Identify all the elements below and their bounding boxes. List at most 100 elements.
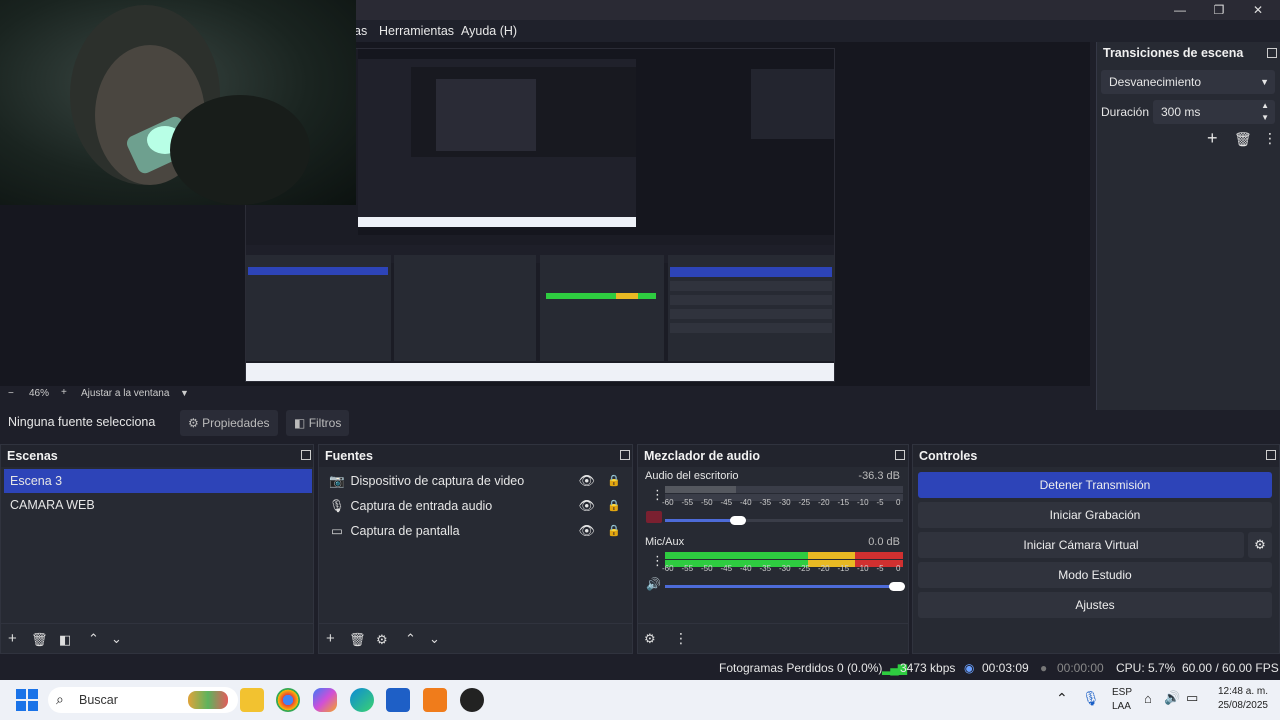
properties-button[interactable]: ⚙ Propiedades (180, 410, 278, 436)
meter-scale: -60 -55 -50 -45 -40 -35 -30 -25 -20 -15 -10 -5 0 (662, 498, 906, 508)
channel-db: 0.0 dB (868, 536, 900, 548)
file-explorer-icon[interactable] (240, 688, 264, 712)
duration-input[interactable]: 300 ms ▲ ▼ (1153, 100, 1275, 124)
source-label: Dispositivo de captura de video (350, 474, 525, 488)
muted-speaker-icon[interactable] (646, 511, 662, 523)
meter-level-segment (665, 552, 808, 559)
channel-name: Audio del escritorio (645, 470, 739, 482)
advanced-audio-gear-icon[interactable]: ⚙ (644, 631, 656, 647)
more-options-icon[interactable]: ⋮ (674, 630, 688, 647)
copilot-icon[interactable] (313, 688, 337, 712)
zoom-level: 46% (29, 388, 50, 399)
float-dock-icon[interactable] (620, 450, 630, 460)
lang-top[interactable]: ESP (1112, 687, 1132, 698)
zoom-fit-label[interactable]: Ajustar a la ventana (81, 388, 169, 399)
move-up-icon[interactable]: ⌃ (88, 631, 99, 647)
menu-item-tools[interactable]: Herramientas (379, 20, 454, 42)
chevron-up-icon[interactable]: ⌃ (1056, 690, 1068, 707)
trash-icon[interactable]: 🗑 (1234, 131, 1252, 148)
menu-item-help[interactable]: Ayuda (H) (461, 20, 517, 42)
filter-icon: ◧ (294, 416, 306, 430)
close-button[interactable]: ✕ (1238, 0, 1278, 20)
lock-icon[interactable]: 🔒 (607, 494, 621, 518)
app-icon[interactable] (423, 688, 447, 712)
meter-tick-label: -35 (759, 564, 772, 573)
chevron-down-icon[interactable]: ▼ (180, 388, 189, 398)
float-dock-icon[interactable] (1267, 48, 1277, 58)
float-dock-icon[interactable] (301, 450, 311, 460)
meter-scale: -60 -55 -50 -45 -40 -35 -30 -25 -20 -15 -10 -5 0 (662, 564, 906, 574)
lock-icon[interactable]: 🔒 (607, 469, 621, 493)
source-item[interactable]: 🎙 Captura de entrada audio 👁 🔒 (327, 494, 627, 518)
source-label: Captura de entrada audio (350, 499, 493, 513)
scenes-toolbar: + 🗑 ◧ ⌃ ⌄ (1, 623, 313, 653)
more-options-icon[interactable]: ⋮ (1263, 130, 1277, 147)
obs-icon[interactable] (460, 688, 484, 712)
scenes-title: Escenas (1, 445, 313, 467)
add-transition-icon[interactable]: + (1207, 128, 1218, 149)
volume-icon[interactable]: 🔊 (1164, 690, 1180, 706)
stop-stream-button[interactable]: Detener Transmisión (918, 472, 1272, 498)
filter-icon[interactable]: ◧ (59, 632, 71, 648)
clock-time[interactable]: 12:48 a. m. (1210, 686, 1268, 697)
scene-item[interactable]: Escena 3 (4, 469, 312, 493)
volume-slider-handle[interactable] (889, 582, 905, 591)
meter-tick-label: -60 (662, 564, 674, 573)
scenes-dock: Escenas Escena 3 CAMARA WEB + 🗑 ◧ ⌃ ⌄ (0, 444, 314, 654)
settings-button[interactable]: Ajustes (918, 592, 1272, 618)
meter-tick-label: -10 (857, 498, 869, 507)
meter-tick-label: -40 (740, 564, 752, 573)
store-icon[interactable] (386, 688, 410, 712)
gear-icon[interactable]: ⚙ (376, 632, 388, 648)
volume-slider-handle[interactable] (729, 516, 746, 525)
add-icon[interactable]: + (8, 630, 17, 647)
virtual-camera-button[interactable]: Iniciar Cámara Virtual (918, 532, 1244, 558)
taskbar-search[interactable]: ⌕ Buscar (48, 687, 238, 713)
lang-bottom[interactable]: LAA (1112, 701, 1131, 712)
move-down-icon[interactable]: ⌄ (429, 631, 440, 647)
trash-icon[interactable]: 🗑 (349, 632, 366, 648)
source-item[interactable]: 📷 Dispositivo de captura de video 👁 🔒 (327, 469, 627, 493)
status-bar: Fotogramas Perdidos 0 (0.0%) ▂▄▆ 3473 kb… (0, 656, 1280, 680)
filters-button[interactable]: ◧ Filtros (286, 410, 350, 436)
trash-icon[interactable]: 🗑 (31, 632, 48, 648)
visibility-eye-icon[interactable]: 👁 (578, 469, 595, 493)
meter-tick-label: -35 (759, 498, 772, 507)
maximize-button[interactable]: ❐ (1199, 0, 1239, 20)
transition-type-select[interactable]: Desvanecimiento ▼ (1101, 70, 1275, 94)
meter-tick-label: -50 (701, 498, 713, 507)
lock-icon[interactable]: 🔒 (607, 519, 621, 543)
chrome-icon[interactable] (276, 688, 300, 712)
move-up-icon[interactable]: ⌃ (405, 631, 416, 647)
float-dock-icon[interactable] (1266, 450, 1276, 460)
properties-label: Propiedades (202, 416, 270, 430)
start-recording-button[interactable]: Iniciar Grabación (918, 502, 1272, 528)
dropped-frames: Fotogramas Perdidos 0 (0.0%) (719, 661, 883, 675)
zoom-out-button[interactable]: − (8, 388, 14, 399)
scene-item[interactable]: CAMARA WEB (4, 493, 312, 517)
minimize-button[interactable]: — (1160, 0, 1200, 20)
microphone-icon[interactable]: 🎙 (1082, 690, 1100, 707)
meter-level-segment (807, 552, 856, 559)
stepper-down-icon[interactable]: ▼ (1261, 106, 1269, 130)
source-item[interactable]: ▭ Captura de pantalla 👁 🔒 (327, 519, 627, 543)
meter-tick-label: -60 (662, 498, 674, 507)
battery-icon[interactable]: ▭ (1186, 690, 1198, 706)
controls-title: Controles (913, 445, 1279, 467)
studio-mode-button[interactable]: Modo Estudio (918, 562, 1272, 588)
edge-icon[interactable] (350, 688, 374, 712)
webcam-image (70, 5, 310, 205)
virtual-camera-gear-icon[interactable]: ⚙ (1248, 532, 1272, 558)
sources-title: Fuentes (319, 445, 632, 467)
zoom-in-button[interactable]: + (61, 387, 67, 398)
add-icon[interactable]: + (326, 630, 335, 647)
float-dock-icon[interactable] (895, 450, 905, 460)
visibility-eye-icon[interactable]: 👁 (578, 519, 595, 543)
network-icon[interactable]: ⌂ (1144, 691, 1152, 706)
move-down-icon[interactable]: ⌄ (111, 631, 122, 647)
windows-start-icon[interactable] (16, 689, 38, 711)
speaker-icon[interactable]: 🔊 (646, 577, 661, 591)
visibility-eye-icon[interactable]: 👁 (578, 494, 595, 518)
volume-slider-fill (665, 585, 903, 588)
clock-date[interactable]: 25/08/2025 (1210, 700, 1268, 711)
